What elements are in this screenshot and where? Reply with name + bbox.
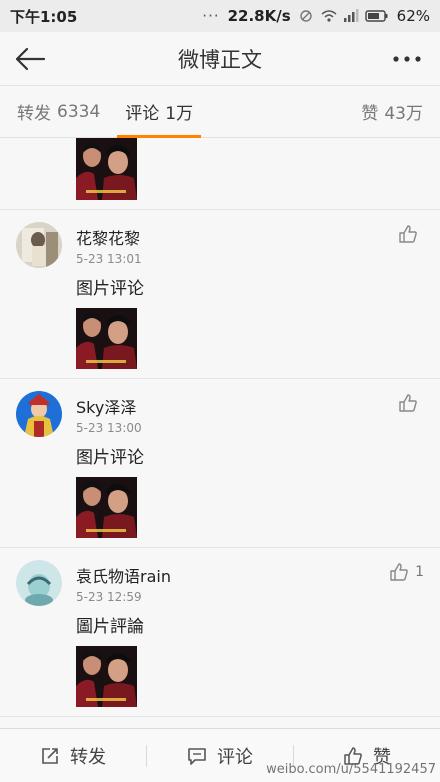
tab-likes-label: 赞 [361, 104, 379, 124]
tab-reposts-label: 转发 [17, 104, 51, 124]
nav-bar: 微博正文 [0, 32, 440, 86]
comment-image-thumbnail[interactable] [76, 477, 137, 538]
repost-label: 转发 [70, 746, 106, 768]
comment-list[interactable]: 花黎花黎 5-23 13:01 图片评论 Sky泽泽 5-23 13:00 图片… [0, 138, 440, 728]
comment-text: 图片评论 [76, 279, 144, 299]
avatar[interactable] [16, 222, 62, 268]
like-button[interactable]: 1 [389, 562, 424, 582]
battery-icon [364, 9, 389, 23]
tab-comments[interactable]: 评论 1万 [117, 86, 201, 138]
comment-time: 5-23 12:59 [76, 590, 142, 604]
comment-image-thumbnail[interactable] [76, 138, 137, 200]
comment-author[interactable]: 袁氏物语rain [76, 563, 171, 587]
comment-label: 评论 [217, 746, 253, 768]
signal-dots: ··· [202, 7, 220, 25]
tab-likes[interactable]: 赞 43万 [361, 86, 423, 138]
back-button[interactable] [0, 32, 60, 86]
previous-comment-image [0, 138, 440, 210]
comment-icon [188, 747, 206, 765]
comment-text: 圖片評論 [76, 617, 144, 637]
status-bar: 下午1:05 ··· 22.8K/s 62% [0, 0, 440, 32]
more-button[interactable] [380, 32, 434, 86]
comment-image-thumbnail[interactable] [76, 308, 137, 369]
battery-percent: 62% [396, 7, 430, 25]
signal-icon [343, 9, 359, 23]
mute-icon [299, 9, 313, 23]
tab-likes-count: 43万 [384, 104, 423, 124]
wifi-icon [321, 9, 337, 23]
tab-comments-label: 评论 [125, 104, 160, 124]
comment-author[interactable]: Sky泽泽 [76, 394, 136, 418]
repost-button[interactable]: 转发 [0, 729, 146, 782]
tab-reposts[interactable]: 转发 6334 [17, 86, 100, 138]
status-time: 下午1:05 [10, 7, 78, 26]
like-button[interactable] [398, 393, 424, 413]
tab-comments-count: 1万 [165, 104, 194, 124]
comment-image-thumbnail[interactable] [76, 646, 137, 707]
thumbs-up-icon [390, 563, 408, 581]
comment-item: 袁氏物语rain 5-23 12:59 圖片評論 1 [0, 548, 440, 717]
like-button[interactable] [398, 224, 424, 244]
thumbs-up-icon [399, 225, 417, 243]
thumbs-up-icon [399, 394, 417, 412]
avatar[interactable] [16, 560, 62, 606]
more-icon [393, 56, 421, 62]
like-count: 1 [415, 564, 424, 580]
comment-time: 5-23 13:00 [76, 421, 142, 435]
comment-author[interactable]: 花黎花黎 [76, 225, 140, 249]
tab-bar: 转发 6334 评论 1万 赞 43万 [0, 86, 440, 138]
back-arrow-icon [15, 47, 46, 70]
comment-time: 5-23 13:01 [76, 252, 142, 266]
avatar[interactable] [16, 391, 62, 437]
comment-item: Sky泽泽 5-23 13:00 图片评论 [0, 379, 440, 548]
comment-item: 花黎花黎 5-23 13:01 图片评论 [0, 210, 440, 379]
repost-icon [42, 747, 58, 764]
network-speed: 22.8K/s [227, 7, 291, 25]
page-title: 微博正文 [178, 47, 262, 72]
tab-reposts-count: 6334 [57, 101, 101, 122]
watermark: weibo.com/u/5541192457 [266, 762, 436, 777]
comment-text: 图片评论 [76, 448, 144, 468]
